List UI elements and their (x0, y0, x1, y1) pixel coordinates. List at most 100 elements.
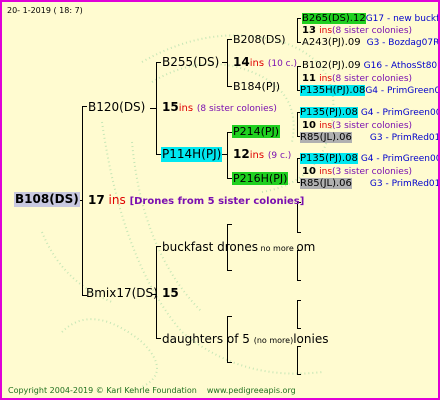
p114h-count: 12 (233, 147, 250, 161)
b255-count: 14 (233, 55, 250, 69)
bracket-line (297, 280, 301, 281)
r85-line-2: G3 - PrimRed01 (369, 179, 440, 189)
buckfast-middle: no more (258, 244, 297, 253)
p216h-node[interactable]: P216H(PJ) (232, 172, 289, 185)
b102-line: G16 - AthosSt80R (363, 61, 440, 71)
b208-sub-unit: ins (319, 26, 333, 36)
p135-row-1: P135(PJ).08 G4 - PrimGreen00 (300, 106, 440, 120)
copyright-text: Copyright 2004-2019 © Karl Kehrle Founda… (8, 386, 197, 395)
p114h-info: 12ins (9 c.) (233, 147, 291, 164)
bracket-line (297, 18, 298, 42)
date-header: 20- 1-2019 ( 18: 7) (7, 6, 83, 15)
r85-row-2: R85(JL).06 G3 - PrimRed01 (300, 177, 440, 191)
p216h-sub-note: (3 sister colonies) (332, 167, 413, 177)
copyright-footer: Copyright 2004-2019 © Karl Kehrle Founda… (8, 384, 296, 397)
bracket-line (297, 300, 301, 301)
r85-row-1: R85(JL).06 G3 - PrimRed01 (300, 131, 440, 145)
p214-sub-unit: ins (319, 121, 333, 131)
root-info: 17 ins [Drones from 5 sister colonies] (88, 193, 304, 209)
bracket-line (150, 108, 157, 109)
bracket-line (297, 112, 298, 136)
p135h-node[interactable]: P135H(PJ).08 (300, 85, 366, 96)
b184-sub-note: (8 sister colonies) (332, 74, 413, 84)
bracket-line (222, 62, 228, 63)
a243-row: A243(PJ).09 G3 - Bozdag07R (302, 36, 440, 50)
bracket-line (227, 39, 232, 40)
bracket-line (82, 106, 83, 296)
p114h-node[interactable]: P114H(PJ) (161, 147, 223, 162)
daughters-prefix: daughters of 5 (162, 332, 254, 346)
b208-node[interactable]: B208(DS) (233, 33, 286, 46)
pedigree-frame: 20- 1-2019 ( 18: 7) B108(DS) 17 ins [Dro… (0, 0, 440, 400)
b265-node[interactable]: B265(DS).12 (302, 13, 366, 24)
p135-line-2: G4 - PrimGreen00 (360, 154, 440, 164)
p214-sub-note: (3 sister colonies) (332, 121, 413, 131)
b265-line: G17 - new buckfas (365, 14, 440, 24)
p114h-unit: ins (249, 150, 265, 161)
bracket-line (227, 362, 232, 363)
bracket-line (227, 86, 232, 87)
r85-node-1[interactable]: R85(JL).06 (300, 132, 352, 143)
p135-row-2: P135(PJ).08 G4 - PrimGreen00 (300, 152, 440, 166)
p135-line-1: G4 - PrimGreen00 (360, 108, 440, 118)
p214-sub-count: 10 (302, 120, 316, 131)
bracket-line (297, 158, 298, 182)
b184-sub-unit: ins (319, 74, 333, 84)
buckfast-suffix: om (296, 240, 316, 254)
root-note: [Drones from 5 sister colonies] (129, 196, 305, 207)
bracket-line (227, 316, 232, 317)
bracket-line (156, 338, 161, 339)
bracket-line (297, 232, 301, 233)
bracket-line (297, 66, 298, 90)
a243-line: G3 - Bozdag07R (366, 38, 440, 48)
r85-line-1: G3 - PrimRed01 (369, 133, 440, 143)
bracket-line (297, 346, 298, 374)
p214-node[interactable]: P214(PJ) (232, 125, 281, 138)
root-count: 17 (88, 193, 105, 207)
b120-count: 15 (162, 100, 179, 114)
p135h-row: P135H(PJ).08G4 - PrimGreen00 (300, 84, 440, 98)
bracket-line (297, 42, 301, 43)
b120-unit: ins (178, 103, 194, 114)
bracket-line (297, 18, 301, 19)
b255-info: 14ins (10 c.) (233, 55, 297, 72)
b184-sub-count: 11 (302, 73, 316, 84)
b102-row: B102(PJ).09 G16 - AthosSt80R (302, 59, 440, 73)
p135-node-1[interactable]: P135(PJ).08 (300, 107, 358, 118)
daughters-suffix: lonies (293, 332, 329, 346)
dam-bmix17-count: 15 (162, 286, 179, 300)
b255-unit: ins (249, 58, 265, 69)
b102-node[interactable]: B102(PJ).09 (302, 60, 361, 71)
p216h-sub-unit: ins (319, 167, 333, 177)
b184-node[interactable]: B184(PJ) (233, 80, 280, 93)
bracket-line (297, 374, 301, 375)
sire-b120[interactable]: B120(DS) (88, 100, 145, 115)
buckfast-drones-node: buckfast drones no more om (162, 240, 315, 256)
bracket-line (297, 328, 301, 329)
bracket-line (222, 154, 228, 155)
b208-sub-note: (8 sister colonies) (332, 26, 413, 36)
buckfast-prefix: buckfast drones (162, 240, 258, 254)
root-queen[interactable]: B108(DS) (14, 192, 80, 207)
b120-note: (8 sister colonies) (196, 104, 277, 114)
bracket-line (82, 106, 87, 107)
r85-node-2[interactable]: R85(JL).06 (300, 178, 352, 189)
bracket-line (297, 66, 301, 67)
dam-bmix17[interactable]: Bmix17(DS) (86, 286, 158, 301)
b208-sub-count: 13 (302, 25, 316, 36)
p114h-note: (9 c.) (267, 151, 292, 161)
daughters-node: daughters of 5 (no more)lonies (162, 332, 328, 348)
p135h-line: G4 - PrimGreen00 (365, 86, 440, 96)
daughters-middle: (no more) (253, 336, 294, 345)
b120-info: 15ins (8 sister colonies) (162, 100, 277, 117)
b255-node[interactable]: B255(DS) (162, 55, 219, 70)
b255-note: (10 c.) (267, 59, 298, 69)
bracket-line (156, 62, 161, 63)
bracket-line (227, 224, 232, 225)
a243-node[interactable]: A243(PJ).09 (302, 37, 361, 48)
bracket-line (156, 246, 161, 247)
bracket-line (227, 270, 232, 271)
bracket-line (227, 132, 228, 178)
website-link[interactable]: www.pedigreeapis.org (197, 386, 296, 395)
p135-node-2[interactable]: P135(PJ).08 (300, 153, 358, 164)
